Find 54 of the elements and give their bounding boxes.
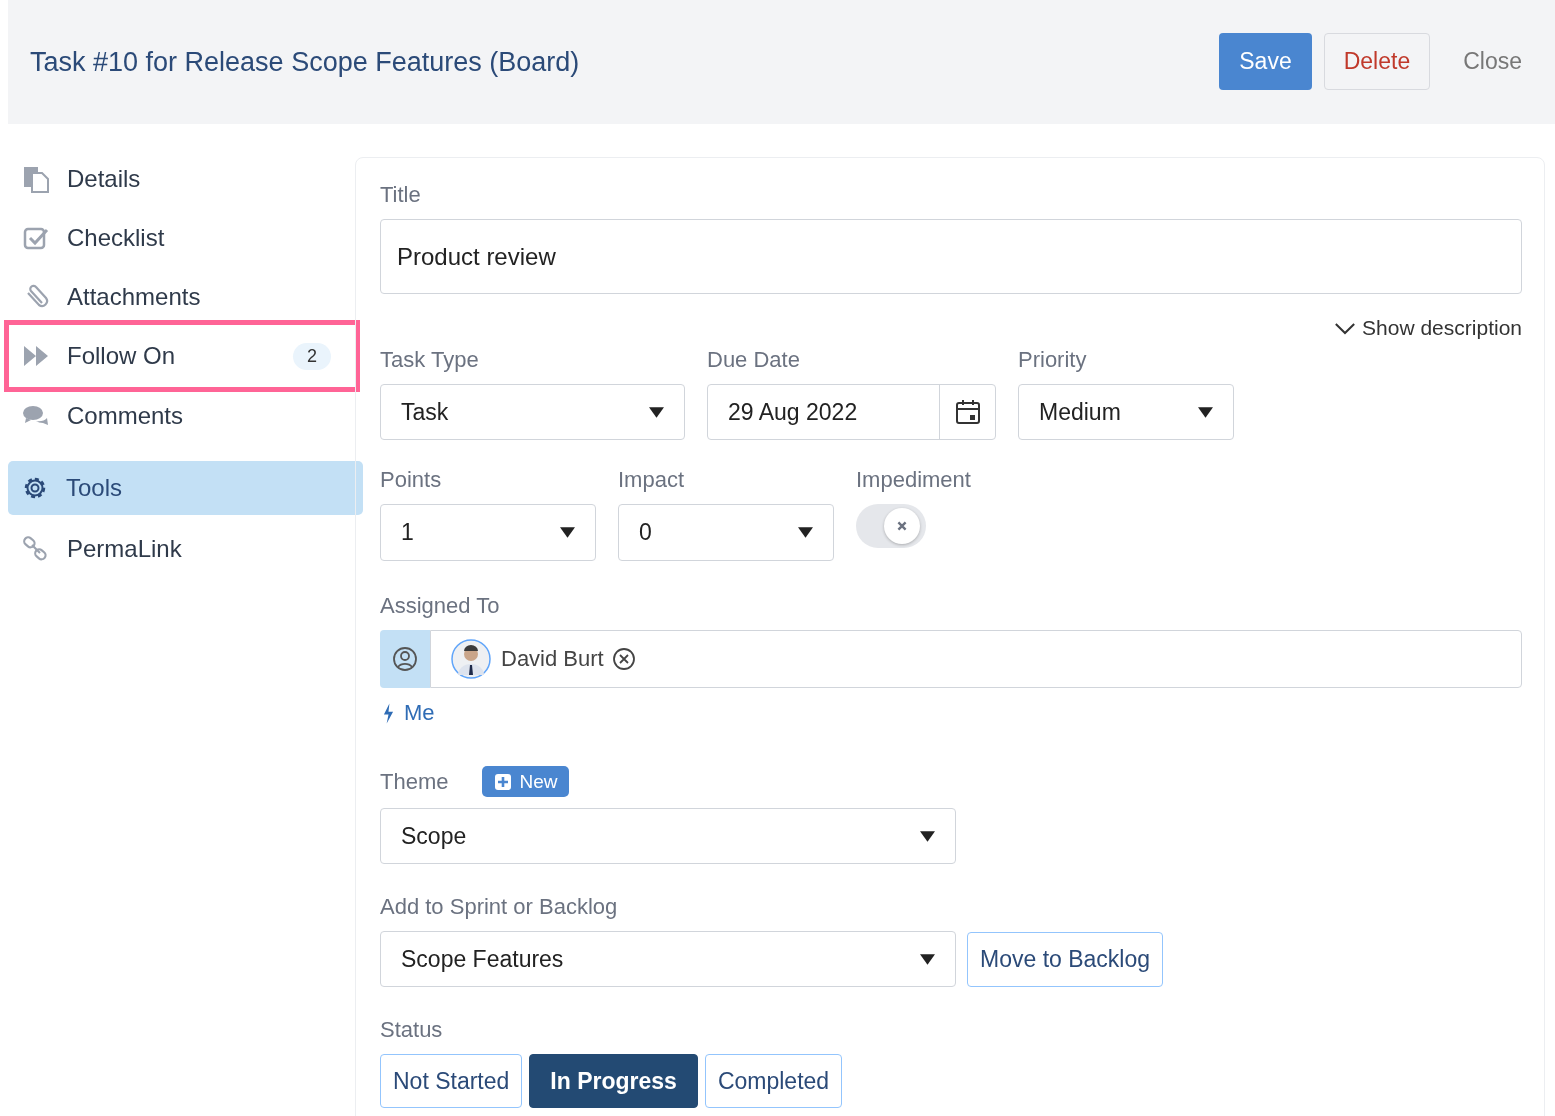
document-icon — [22, 164, 50, 193]
chevron-icon — [1334, 321, 1357, 335]
assignee-name: David Burt — [501, 646, 604, 672]
field-label: Due Date — [707, 347, 800, 373]
lightning-icon — [383, 702, 394, 724]
caret-icon — [798, 527, 813, 538]
close-button[interactable]: Close — [1442, 32, 1533, 90]
field-label: Impediment — [856, 467, 971, 493]
show-description-link[interactable]: Show description — [1334, 316, 1522, 340]
field-label: Points — [380, 467, 442, 493]
assignee-field[interactable]: David Burt — [430, 630, 1522, 688]
priority-dropdown[interactable]: Medium — [1018, 384, 1234, 440]
plus-icon — [495, 773, 512, 790]
caret-icon — [1198, 406, 1213, 418]
save-button[interactable]: Save — [1219, 32, 1312, 90]
field-label: Add to Sprint or Backlog — [380, 894, 618, 920]
sidebar-item[interactable]: PermaLink — [0, 519, 355, 578]
due-date-field[interactable]: 29 Aug 2022 — [707, 384, 996, 440]
field-label: Theme — [380, 768, 449, 795]
caret-icon — [920, 953, 935, 965]
field-label: Impact — [618, 467, 685, 493]
sidebar-item[interactable]: Details — [0, 149, 355, 208]
title-field[interactable]: Product review — [380, 219, 1522, 294]
field-label: Title — [380, 182, 421, 208]
window-title: Task #10 for Release Scope Features (Board) — [30, 46, 580, 78]
sidebar-item[interactable]: Checklist — [0, 208, 355, 267]
caret-icon — [560, 527, 575, 538]
caret-icon — [920, 830, 935, 842]
sprint-dropdown[interactable]: Scope Features — [380, 931, 956, 987]
delete-button[interactable]: Delete — [1323, 32, 1431, 90]
status-option[interactable]: In Progress — [529, 1054, 698, 1108]
status-option[interactable]: Not Started — [380, 1054, 523, 1108]
field-label: Assigned To — [380, 593, 500, 619]
impediment-toggle[interactable] — [856, 504, 926, 548]
points-dropdown[interactable]: 1 — [380, 504, 596, 561]
field-label: Status — [380, 1017, 443, 1043]
count-badge: 2 — [293, 342, 331, 370]
impact-dropdown[interactable]: 0 — [618, 504, 834, 561]
caret-icon — [649, 406, 664, 418]
close-icon — [896, 520, 908, 532]
move-to-backlog-button[interactable]: Move to Backlog — [967, 931, 1164, 987]
sidebar-item[interactable]: Tools — [8, 461, 363, 515]
user-icon — [392, 646, 418, 672]
me-link[interactable]: Me — [383, 700, 435, 726]
calendar-icon — [954, 399, 981, 425]
sidebar-item[interactable]: Follow On 2 — [4, 320, 360, 392]
status-option[interactable]: Completed — [704, 1054, 843, 1108]
task-type-dropdown[interactable]: Task — [380, 384, 685, 440]
field-label: Task Type — [380, 347, 479, 373]
theme-dropdown[interactable]: Scope — [380, 808, 956, 864]
field-label: Priority — [1018, 347, 1087, 373]
remove-icon[interactable] — [611, 647, 636, 671]
new-button[interactable]: New — [482, 766, 569, 797]
link-icon — [22, 534, 50, 563]
